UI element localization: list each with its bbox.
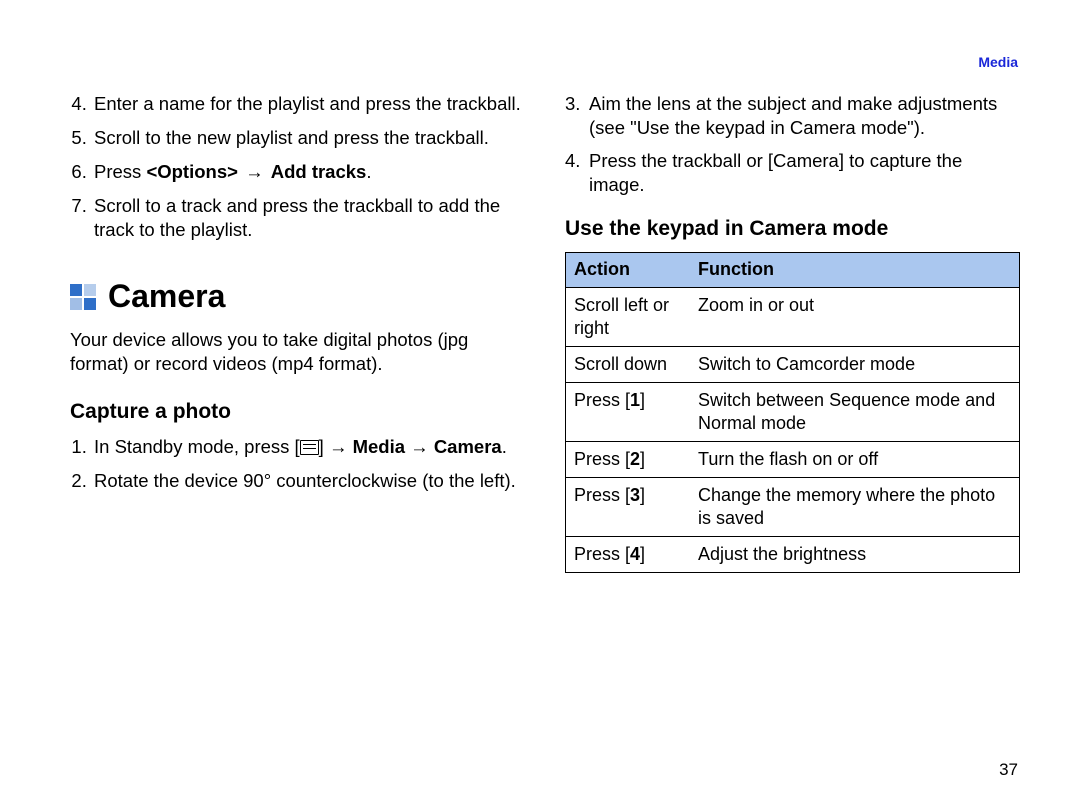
col-action: Action [566,253,691,287]
capture-step-4: Press the trackball or [Camera] to captu… [587,149,1020,197]
section-header: Media [978,54,1018,70]
table-row: Press [3] Change the memory where the ph… [566,478,1020,537]
cell-action: Press [2] [566,442,691,478]
capture-steps: In Standby mode, press [] → Media → Came… [70,435,525,493]
cell-action: Press [1] [566,382,691,441]
section-bullet-icon [70,284,96,310]
step-5: Scroll to the new playlist and press the… [92,126,525,150]
arrow-icon: → [238,161,271,182]
arrow-icon: → [405,436,434,457]
arrow-icon: → [329,436,353,457]
page: Media Enter a name for the playlist and … [0,0,1080,810]
subheading-keypad: Use the keypad in Camera mode [565,215,1020,242]
step-bold: Add tracks [271,161,367,182]
step-bold: Camera [434,436,502,457]
step-6: Press <Options> → Add tracks. [92,160,525,184]
cell-action-pre: Press [ [574,390,630,410]
camera-intro: Your device allows you to take digital p… [70,328,525,376]
capture-step-1: In Standby mode, press [] → Media → Came… [92,435,525,459]
step-bold: Media [353,436,405,457]
cell-action-post: ] [640,544,645,564]
step-4: Enter a name for the playlist and press … [92,92,525,116]
cell-action-post: ] [640,390,645,410]
cell-action-bold: 3 [630,485,640,505]
cell-function: Switch to Camcorder mode [690,346,1020,382]
playlist-steps: Enter a name for the playlist and press … [70,92,525,242]
cell-action-pre: Press [ [574,449,630,469]
cell-function: Change the memory where the photo is sav… [690,478,1020,537]
cell-function: Switch between Sequence mode and Normal … [690,382,1020,441]
cell-action-bold: 1 [630,390,640,410]
table-row: Press [2] Turn the flash on or off [566,442,1020,478]
step-prefix: In Standby mode, press [ [94,436,300,457]
cell-action-pre: Press [ [574,544,630,564]
capture-step-3: Aim the lens at the subject and make adj… [587,92,1020,140]
cell-action: Press [3] [566,478,691,537]
keypad-table: Action Function Scroll left or right Zoo… [565,252,1020,573]
step-text: Scroll to a track and press the trackbal… [94,195,500,240]
col-function: Function [690,253,1020,287]
step-text: Rotate the device 90° counterclockwise (… [94,470,516,491]
table-header-row: Action Function [566,253,1020,287]
cell-function: Turn the flash on or off [690,442,1020,478]
step-text: Enter a name for the playlist and press … [94,93,521,114]
right-column: Aim the lens at the subject and make adj… [565,92,1020,573]
cell-function: Adjust the brightness [690,537,1020,573]
cell-action: Press [4] [566,537,691,573]
cell-action-pre: Press [ [574,485,630,505]
step-suffix: . [502,436,507,457]
heading-camera: Camera [108,276,225,318]
menu-icon [300,440,319,455]
cell-action: Scroll left or right [566,287,691,346]
step-mid: ] [319,436,329,457]
left-column: Enter a name for the playlist and press … [70,92,525,573]
table-row: Press [4] Adjust the brightness [566,537,1020,573]
step-text: Scroll to the new playlist and press the… [94,127,489,148]
capture-steps-continued: Aim the lens at the subject and make adj… [565,92,1020,197]
cell-action-bold: 4 [630,544,640,564]
step-bold: <Options> [146,161,238,182]
step-text: Press the trackball or [Camera] to captu… [589,150,962,195]
step-suffix: . [366,161,371,182]
table-row: Scroll left or right Zoom in or out [566,287,1020,346]
step-text: Aim the lens at the subject and make adj… [589,93,997,138]
table-row: Scroll down Switch to Camcorder mode [566,346,1020,382]
content-columns: Enter a name for the playlist and press … [70,92,1028,573]
cell-action-bold: 2 [630,449,640,469]
step-prefix: Press [94,161,146,182]
page-number: 37 [999,760,1018,780]
section-heading-camera: Camera [70,276,525,318]
table-row: Press [1] Switch between Sequence mode a… [566,382,1020,441]
cell-action: Scroll down [566,346,691,382]
step-7: Scroll to a track and press the trackbal… [92,194,525,242]
cell-action-post: ] [640,449,645,469]
subheading-capture: Capture a photo [70,398,525,425]
capture-step-2: Rotate the device 90° counterclockwise (… [92,469,525,493]
cell-action-post: ] [640,485,645,505]
cell-function: Zoom in or out [690,287,1020,346]
